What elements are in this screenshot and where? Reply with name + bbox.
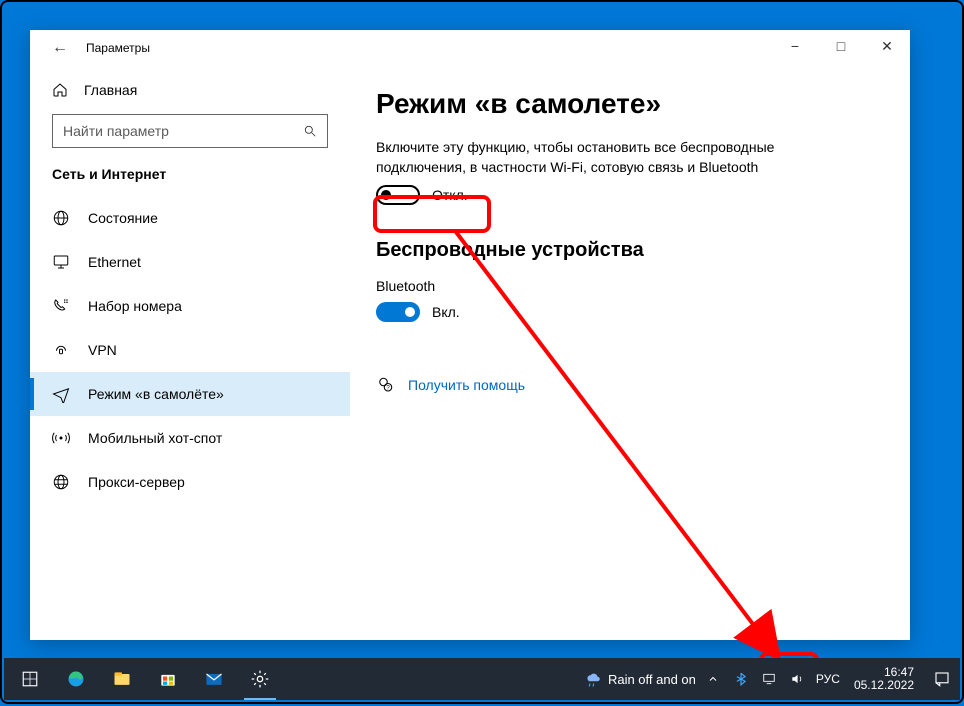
home-label: Главная [84, 82, 137, 98]
help-link-label: Получить помощь [408, 377, 525, 393]
taskbar-weather[interactable]: Rain off and on [584, 670, 696, 688]
tray-chevron-icon[interactable] [704, 670, 722, 688]
tray-bluetooth-icon[interactable] [732, 670, 750, 688]
nav-label: Режим «в самолёте» [88, 386, 224, 402]
nav-ethernet[interactable]: Ethernet [30, 240, 350, 284]
weather-icon [584, 670, 602, 688]
content-pane: Режим «в самолете» Включите эту функцию,… [350, 66, 910, 640]
ethernet-icon [52, 253, 70, 271]
hotspot-icon [52, 429, 70, 447]
back-button[interactable]: ← [52, 39, 68, 57]
system-tray: РУС [704, 670, 840, 688]
taskbar-mail[interactable] [194, 658, 234, 700]
airplane-toggle-row: Откл. [376, 185, 884, 205]
settings-window: ← Параметры − □ ✕ Главная Найти параметр… [30, 30, 910, 640]
bluetooth-toggle-label: Вкл. [432, 304, 460, 320]
minimize-button[interactable]: − [772, 30, 818, 62]
tray-volume-icon[interactable] [788, 670, 806, 688]
nav-airplane[interactable]: Режим «в самолёте» [30, 372, 350, 416]
nav-label: VPN [88, 342, 117, 358]
sidebar: Главная Найти параметр Сеть и Интернет С… [30, 66, 350, 640]
titlebar: ← Параметры − □ ✕ [30, 30, 910, 66]
nav-proxy[interactable]: Прокси-сервер [30, 460, 350, 504]
airplane-icon [52, 385, 70, 403]
taskbar-store[interactable] [148, 658, 188, 700]
phone-icon [52, 297, 70, 315]
tray-lang[interactable]: РУС [816, 672, 840, 686]
nav-label: Прокси-сервер [88, 474, 185, 490]
taskbar-clock[interactable]: 16:47 05.12.2022 [854, 666, 914, 692]
nav-vpn[interactable]: VPN [30, 328, 350, 372]
help-link[interactable]: ? Получить помощь [376, 376, 884, 394]
taskbar-explorer[interactable] [102, 658, 142, 700]
nav-hotspot[interactable]: Мобильный хот-спот [30, 416, 350, 460]
nav-dialup[interactable]: Набор номера [30, 284, 350, 328]
window-title: Параметры [86, 41, 150, 55]
taskbar-notifications[interactable] [928, 670, 956, 688]
proxy-icon [52, 473, 70, 491]
vpn-icon [52, 341, 70, 359]
page-description: Включите эту функцию, чтобы остановить в… [376, 138, 806, 177]
airplane-toggle[interactable] [376, 185, 420, 205]
nav-status[interactable]: Состояние [30, 196, 350, 240]
wireless-heading: Беспроводные устройства [376, 239, 884, 262]
search-placeholder: Найти параметр [63, 123, 169, 139]
close-button[interactable]: ✕ [864, 30, 910, 62]
taskbar-search[interactable] [10, 658, 50, 700]
page-heading: Режим «в самолете» [376, 88, 884, 120]
search-icon [303, 124, 317, 138]
home-nav[interactable]: Главная [30, 74, 350, 108]
clock-date: 05.12.2022 [854, 679, 914, 692]
taskbar-edge[interactable] [56, 658, 96, 700]
nav-label: Мобильный хот-спот [88, 430, 222, 446]
bluetooth-label: Bluetooth [376, 278, 884, 294]
search-input[interactable]: Найти параметр [52, 114, 328, 148]
nav-label: Ethernet [88, 254, 141, 270]
bluetooth-toggle-row: Вкл. [376, 302, 884, 322]
airplane-toggle-label: Откл. [432, 187, 468, 203]
home-icon [52, 82, 68, 98]
nav-label: Состояние [88, 210, 158, 226]
taskbar-settings[interactable] [240, 658, 280, 700]
section-label: Сеть и Интернет [30, 166, 350, 196]
tray-network-icon[interactable] [760, 670, 778, 688]
globe-icon [52, 209, 70, 227]
help-icon: ? [376, 376, 394, 394]
nav-list: Состояние Ethernet Набор номера VPN Режи… [30, 196, 350, 504]
bluetooth-toggle[interactable] [376, 302, 420, 322]
weather-text: Rain off and on [608, 672, 696, 687]
taskbar: Rain off and on РУС 16:47 05.12.2022 [4, 658, 960, 700]
maximize-button[interactable]: □ [818, 30, 864, 62]
nav-label: Набор номера [88, 298, 182, 314]
